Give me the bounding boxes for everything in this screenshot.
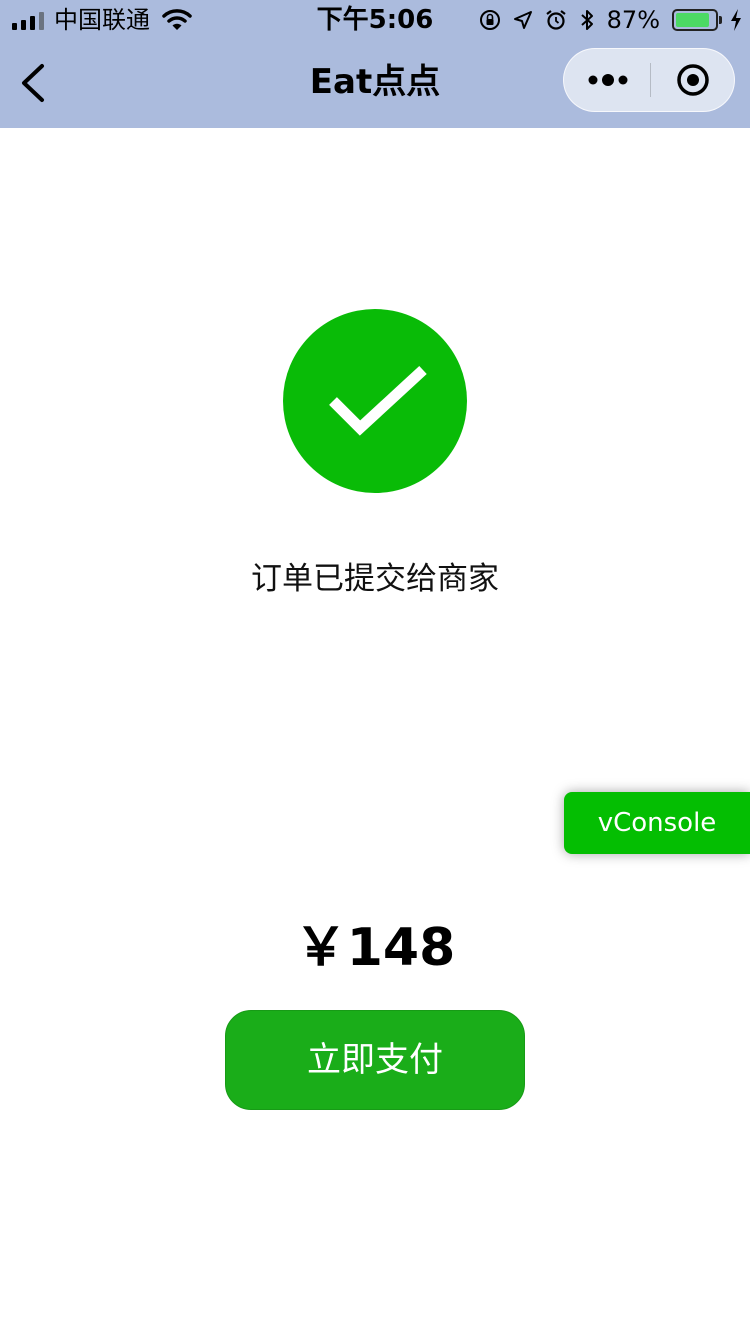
battery-icon [672, 9, 722, 31]
more-icon[interactable] [588, 69, 628, 91]
battery-level-fill [676, 13, 710, 27]
mini-program-capsule [563, 48, 735, 112]
capsule-divider [650, 63, 651, 97]
bluetooth-icon [580, 10, 593, 30]
close-target-icon[interactable] [676, 63, 710, 97]
battery-percent: 87% [606, 6, 660, 34]
vconsole-button[interactable]: vConsole [564, 792, 750, 854]
pay-now-button[interactable]: 立即支付 [225, 1010, 525, 1110]
checkmark-circle-icon [283, 309, 467, 493]
top-bar: 中国联通 下午5:06 87% Eat点点 [0, 0, 750, 128]
orientation-lock-icon [479, 10, 500, 30]
alarm-icon [545, 10, 566, 30]
order-price: ￥148 [294, 918, 456, 978]
location-icon [513, 11, 532, 29]
charging-icon [731, 9, 741, 31]
status-indicators: 87% [479, 6, 742, 34]
status-bar: 中国联通 下午5:06 87% [0, 0, 750, 40]
order-submitted-message: 订单已提交给商家 [251, 561, 499, 597]
